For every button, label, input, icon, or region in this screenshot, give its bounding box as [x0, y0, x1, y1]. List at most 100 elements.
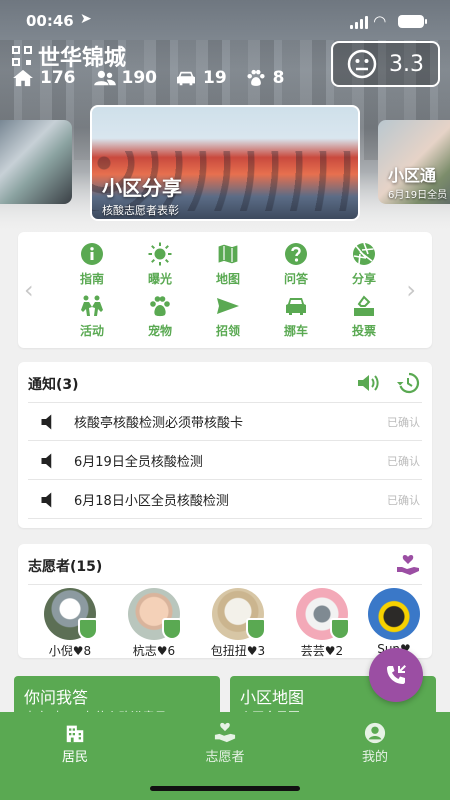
stat-value: 8 — [272, 68, 285, 88]
history-icon[interactable] — [396, 371, 420, 395]
banner-title: 小区通 — [388, 166, 437, 185]
community-score-button[interactable]: 3.3 — [331, 41, 440, 87]
carousel-item-next[interactable]: 小区通 6月19日全员 — [378, 120, 450, 204]
notice-title: 通知(3) — [28, 377, 79, 393]
tab-label: 志愿者 — [205, 750, 245, 765]
stat-households[interactable]: 176 — [12, 68, 76, 88]
community-stats: 176 190 19 8 — [12, 68, 303, 88]
menu-label: 曝光 — [147, 272, 172, 286]
volunteer-name: 杭志♥6 — [132, 644, 176, 658]
notice-item[interactable]: 6月18日小区全员核酸检测 已确认 — [28, 481, 422, 519]
stat-cars[interactable]: 19 — [175, 68, 227, 88]
speaker-icon[interactable] — [356, 371, 380, 395]
menu-label: 宠物 — [147, 324, 172, 338]
service-menu: ‹ › 指南 曝光 地图 问答 分享 活动 宠物 招领 挪车 投票 — [18, 232, 432, 348]
volunteer-card: 志愿者(15) 小倪♥8 杭志♥6 包扭扭♥3 芸芸♥2 Sun♥ — [18, 544, 432, 658]
stat-value: 19 — [203, 68, 227, 88]
menu-label: 地图 — [215, 272, 240, 286]
tab-volunteers[interactable]: 志愿者 — [165, 722, 285, 765]
menu-item-pets[interactable]: 宠物 — [126, 294, 194, 342]
paw-icon — [150, 296, 170, 317]
sun-icon — [148, 242, 172, 266]
notice-text: 核酸亭核酸检测必须带核酸卡 — [74, 416, 244, 431]
banner-subtitle: 6月19日全员 — [388, 190, 448, 201]
speaker-icon — [41, 414, 52, 429]
qr-code-icon[interactable] — [12, 46, 32, 66]
wifi-icon: ◠ — [374, 12, 386, 30]
notice-card: 通知(3) 核酸亭核酸检测必须带核酸卡 已确认 6月19日全员核酸检测 已确认 … — [18, 362, 432, 528]
menu-item-expose[interactable]: 曝光 — [126, 242, 194, 290]
banner-subtitle: 核酸志愿者表彰 — [102, 204, 179, 217]
shield-icon — [246, 618, 266, 640]
stat-value: 176 — [40, 68, 76, 88]
notice-text: 6月18日小区全员核酸检测 — [74, 494, 229, 509]
aperture-icon — [353, 242, 375, 265]
menu-item-qa[interactable]: 问答 — [262, 242, 330, 290]
user-icon — [364, 722, 386, 744]
volunteer-name: 小倪♥8 — [48, 644, 92, 658]
building-icon — [66, 725, 84, 743]
menu-item-vote[interactable]: 投票 — [330, 294, 398, 342]
volunteer-item[interactable]: 包扭扭♥3 — [196, 588, 280, 659]
shield-icon — [162, 618, 182, 640]
tab-label: 我的 — [361, 750, 388, 765]
volunteer-item[interactable]: 小倪♥8 — [28, 588, 112, 659]
score-value: 3.3 — [389, 51, 424, 77]
carousel-item-current[interactable]: 小区分享 核酸志愿者表彰 — [90, 105, 360, 221]
notice-item[interactable]: 核酸亭核酸检测必须带核酸卡 已确认 — [28, 403, 422, 441]
menu-item-share[interactable]: 分享 — [330, 242, 398, 290]
home-icon — [13, 69, 33, 87]
heart-hand-icon[interactable] — [396, 553, 420, 577]
menu-label: 挪车 — [283, 324, 308, 338]
banner-title: 小区分享 — [102, 176, 182, 200]
heart-hand-icon — [214, 722, 236, 743]
menu-label: 分享 — [351, 272, 376, 286]
activity-icon — [81, 295, 103, 316]
phone-incoming-icon — [387, 665, 406, 684]
status-time: 00:46 — [26, 12, 74, 30]
send-icon — [217, 298, 239, 314]
signal-icon — [350, 16, 370, 29]
stat-residents[interactable]: 190 — [93, 68, 158, 88]
map-card-title: 小区地图 — [240, 688, 305, 707]
menu-item-map[interactable]: 地图 — [194, 242, 262, 290]
speaker-icon — [41, 453, 52, 468]
carousel-item-prev[interactable] — [0, 120, 72, 204]
menu-item-guide[interactable]: 指南 — [58, 242, 126, 290]
tab-me[interactable]: 我的 — [315, 722, 435, 765]
volunteer-title: 志愿者(15) — [28, 559, 103, 575]
menu-item-move-car[interactable]: 挪车 — [262, 294, 330, 342]
menu-item-activity[interactable]: 活动 — [58, 294, 126, 342]
shield-icon — [330, 618, 350, 640]
car-icon — [177, 71, 195, 86]
people-icon — [93, 70, 116, 86]
volunteer-item[interactable]: 芸芸♥2 — [280, 588, 364, 659]
volunteer-item[interactable]: 杭志♥6 — [112, 588, 196, 659]
shield-icon — [78, 618, 98, 640]
status-bar: 00:46 ➤ ◠ — [0, 10, 450, 34]
divider — [28, 584, 422, 585]
info-icon — [81, 243, 103, 265]
menu-label: 指南 — [79, 272, 104, 286]
chevron-right-icon[interactable]: › — [406, 276, 416, 304]
notice-status: 已确认 — [387, 454, 420, 468]
car-icon — [286, 298, 306, 315]
map-icon — [217, 243, 239, 265]
stat-pets[interactable]: 8 — [245, 68, 285, 88]
question-icon — [285, 243, 307, 265]
chevron-left-icon[interactable]: ‹ — [24, 276, 34, 304]
avatar — [368, 588, 420, 640]
location-arrow-icon: ➤ — [80, 11, 92, 27]
menu-item-lost-found[interactable]: 招领 — [194, 294, 262, 342]
speaker-icon — [41, 492, 52, 507]
tab-label: 居民 — [61, 750, 88, 765]
tab-residents[interactable]: 居民 — [15, 722, 135, 765]
notice-item[interactable]: 6月19日全员核酸检测 已确认 — [28, 442, 422, 480]
stat-value: 190 — [121, 68, 158, 88]
paw-icon — [247, 69, 265, 86]
notice-status: 已确认 — [387, 493, 420, 507]
home-indicator — [150, 786, 300, 791]
call-fab-button[interactable] — [369, 648, 423, 702]
notice-status: 已确认 — [387, 415, 420, 429]
menu-label: 问答 — [283, 272, 308, 286]
